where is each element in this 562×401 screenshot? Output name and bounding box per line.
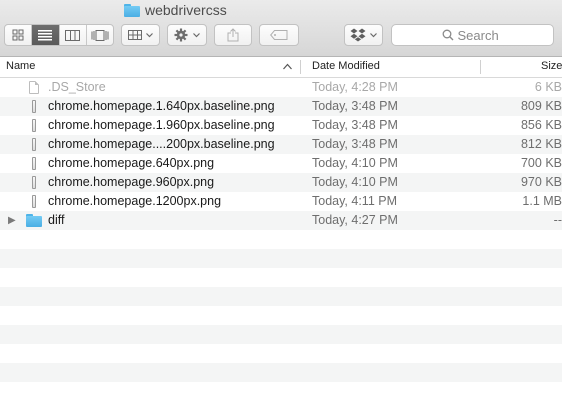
file-name: diff [48,213,65,227]
image-file-icon [32,119,36,132]
file-name: chrome.homepage.1200px.png [48,194,222,208]
column-divider[interactable] [300,60,301,74]
image-file-icon [32,100,36,113]
file-date: Today, 3:48 PM [312,137,398,151]
empty-row [0,287,562,306]
column-divider[interactable] [480,60,481,74]
image-file-icon [32,138,36,151]
view-mode-segmented-control [4,24,114,46]
file-name: chrome.homepage.1.960px.baseline.png [48,118,275,132]
file-size: 700 KB [520,156,562,170]
toolbar: webdrivercss [0,0,562,57]
dropbox-button[interactable] [344,24,383,46]
list-item[interactable]: chrome.homepage.640px.png Today, 4:10 PM… [0,154,562,173]
coverflow-icon [91,29,109,41]
empty-row [0,344,562,363]
window-title-text: webdrivercss [145,2,227,18]
column-header-size-label: Size [541,60,562,72]
empty-row [0,325,562,344]
arrange-button[interactable] [121,24,160,46]
tag-icon [270,30,288,40]
action-button[interactable] [167,24,207,46]
list-item[interactable]: ▶ diff Today, 4:27 PM -- [0,211,562,230]
file-name: .DS_Store [48,80,106,94]
chevron-down-icon [193,32,200,37]
file-date: Today, 4:27 PM [312,213,398,227]
disclosure-triangle[interactable]: ▶ [8,211,18,230]
empty-row [0,249,562,268]
image-file-icon [32,157,36,170]
file-size: 856 KB [520,118,562,132]
file-date: Today, 3:48 PM [312,118,398,132]
empty-row [0,363,562,382]
tag-button[interactable] [259,24,299,46]
empty-row [0,230,562,249]
file-name: chrome.homepage.640px.png [48,156,215,170]
file-size: -- [553,213,562,227]
folder-icon [124,3,140,17]
gear-icon [174,28,188,42]
file-size: 970 KB [520,175,562,189]
image-file-icon [32,195,36,208]
list-icon [38,29,53,40]
column-header-name-label: Name [6,60,36,72]
share-button[interactable] [214,24,252,46]
file-name: chrome.homepage.1.640px.baseline.png [48,99,275,113]
list-item[interactable]: chrome.homepage....200px.baseline.png To… [0,135,562,154]
image-file-icon [32,176,36,189]
list-view-button[interactable] [32,25,60,45]
folder-icon [26,214,42,227]
column-header: Name Date Modified Size [0,57,562,78]
search-input[interactable] [457,27,504,43]
file-date: Today, 4:11 PM [312,194,397,208]
share-icon [227,28,239,42]
column-header-name[interactable]: Name [6,57,35,77]
file-date: Today, 4:10 PM [312,175,398,189]
column-header-date-label: Date Modified [312,60,380,72]
document-icon [29,81,39,94]
window-title: webdrivercss [124,2,227,18]
column-header-size[interactable]: Size [541,57,562,77]
columns-icon [65,29,81,41]
file-size: 812 KB [520,137,562,151]
empty-row [0,268,562,287]
column-view-button[interactable] [60,25,87,45]
chevron-down-icon [370,32,377,37]
sort-ascending-icon [283,63,292,70]
file-size: 1.1 MB [522,194,562,208]
list-item[interactable]: chrome.homepage.1.640px.baseline.png Tod… [0,97,562,116]
chevron-down-icon [146,32,153,37]
file-date: Today, 4:10 PM [312,156,398,170]
file-list: .DS_Store Today, 4:28 PM 6 KB chrome.hom… [0,78,562,401]
file-name: chrome.homepage.960px.png [48,175,215,189]
grid-4-icon [12,29,24,41]
list-item[interactable]: chrome.homepage.1.960px.baseline.png Tod… [0,116,562,135]
file-size: 809 KB [520,99,562,113]
file-name: chrome.homepage....200px.baseline.png [48,137,275,151]
cover-flow-view-button[interactable] [87,25,113,45]
file-size: 6 KB [534,80,562,94]
file-date: Today, 4:28 PM [312,80,398,94]
list-item[interactable]: chrome.homepage.960px.png Today, 4:10 PM… [0,173,562,192]
empty-row [0,306,562,325]
column-header-date-modified[interactable]: Date Modified [312,57,380,77]
search-field[interactable] [391,24,554,46]
search-icon [442,29,453,41]
list-item[interactable]: .DS_Store Today, 4:28 PM 6 KB [0,78,562,97]
list-item[interactable]: chrome.homepage.1200px.png Today, 4:11 P… [0,192,562,211]
icon-view-button[interactable] [5,25,33,45]
file-date: Today, 3:48 PM [312,99,398,113]
arrange-grid-icon [128,30,142,40]
empty-row [0,382,562,401]
dropbox-icon [350,28,366,42]
